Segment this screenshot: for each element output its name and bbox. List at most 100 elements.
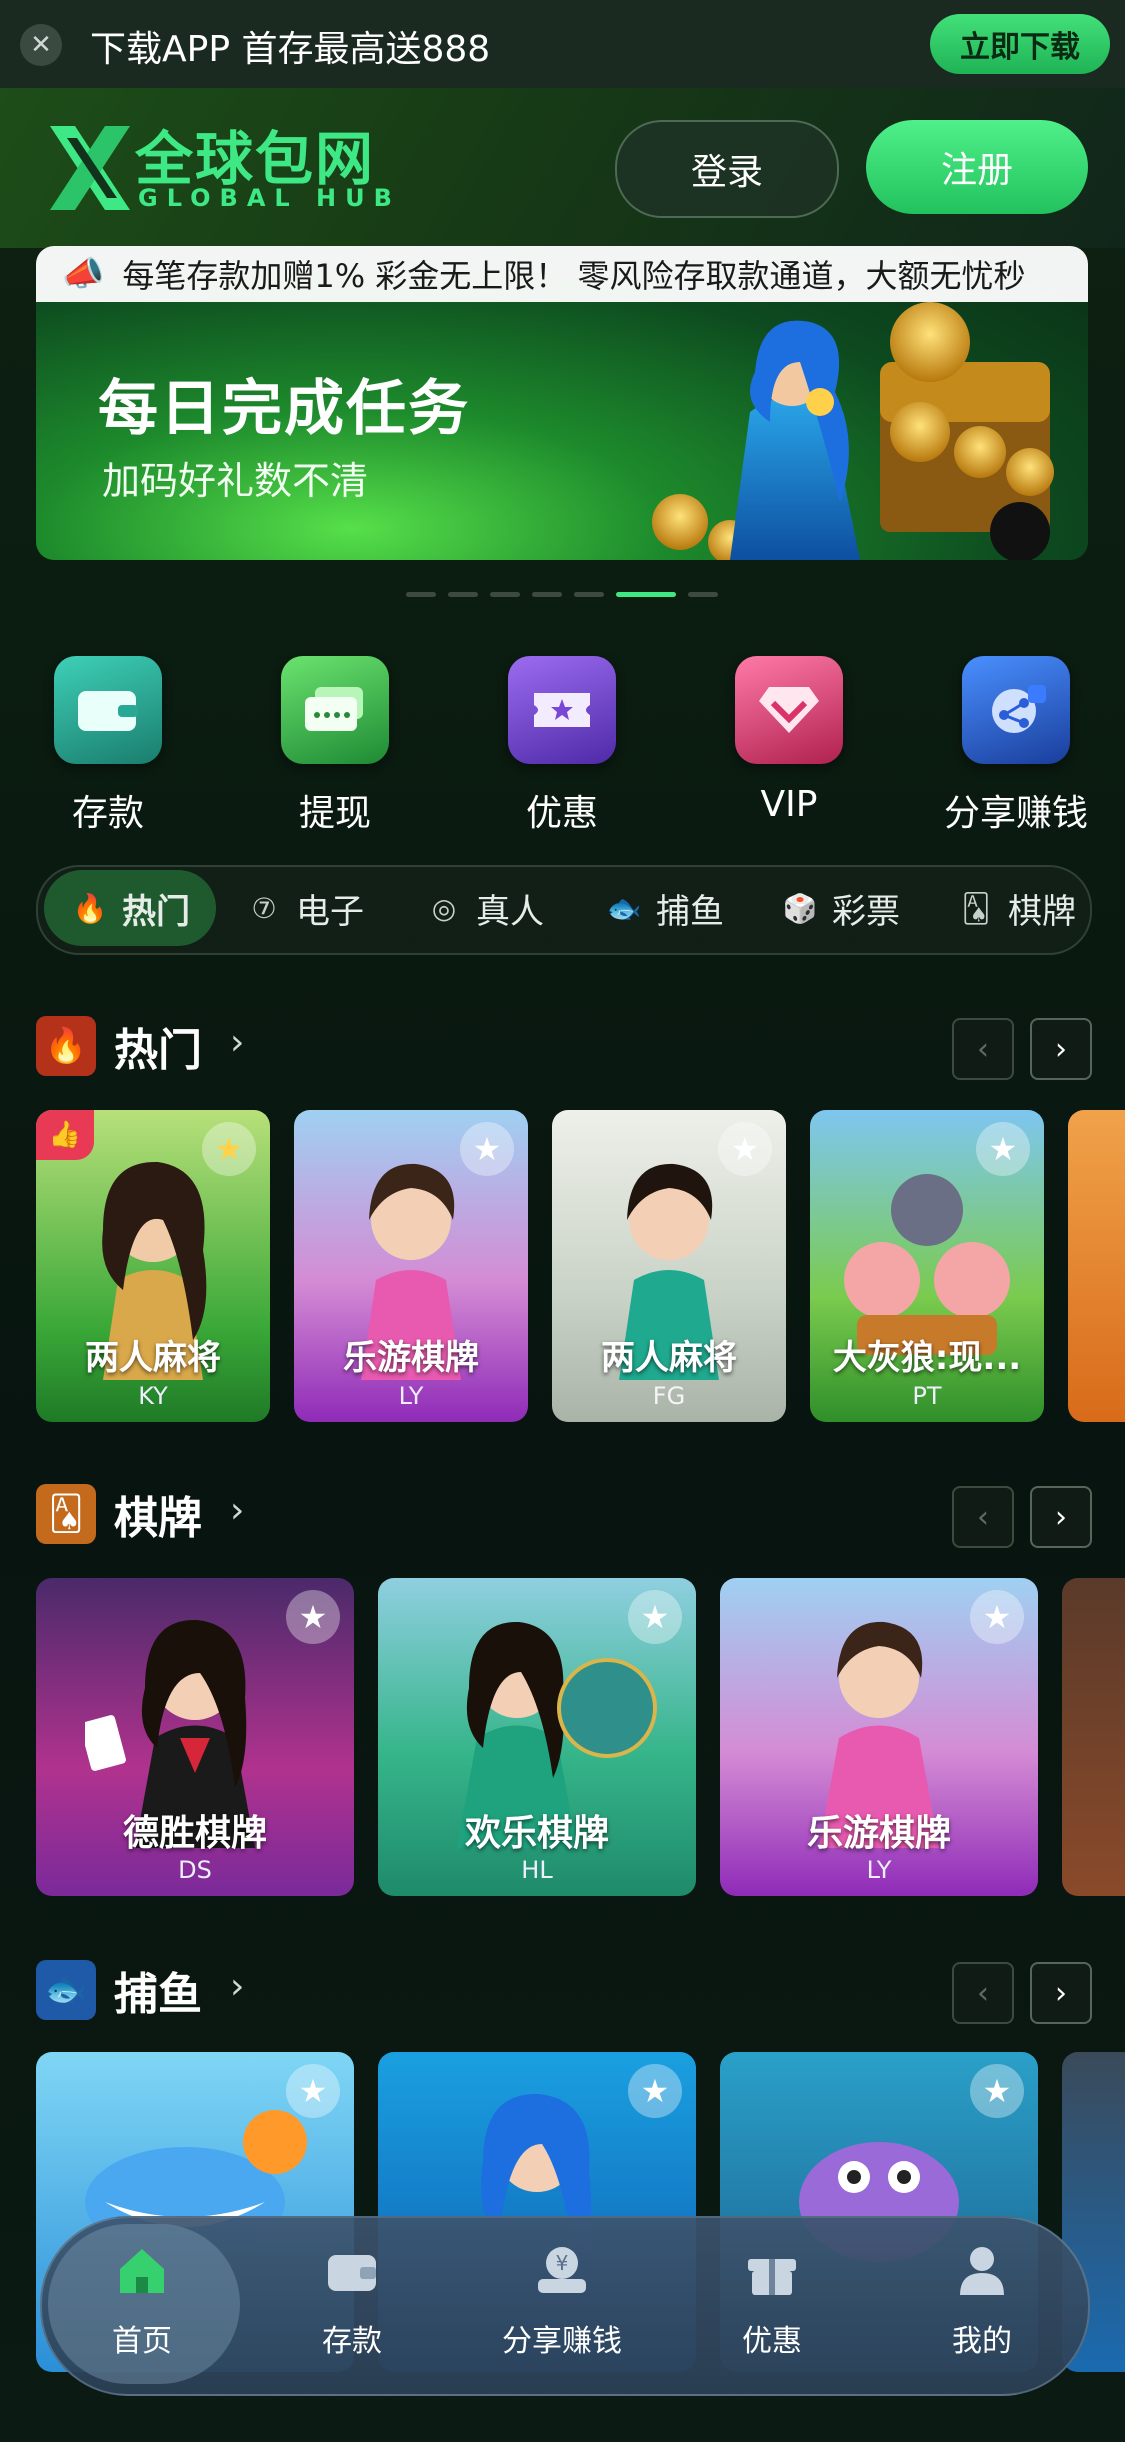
tab-label: 彩票 <box>832 891 900 932</box>
scroll-right-button[interactable]: › <box>1030 1486 1092 1548</box>
banner-title: 每日完成任务 <box>98 374 470 444</box>
gift-icon <box>744 2240 800 2302</box>
deposit-icon[interactable] <box>54 656 162 764</box>
home-icon <box>114 2240 170 2302</box>
close-icon[interactable]: ✕ <box>20 24 62 66</box>
scroll-right-button[interactable]: › <box>1030 1018 1092 1080</box>
login-button[interactable]: 登录 <box>615 120 839 218</box>
carousel-dot[interactable] <box>490 592 520 597</box>
like-badge-icon: 👍 <box>36 1110 94 1160</box>
share-earn-icon[interactable] <box>962 656 1070 764</box>
section-title-cards[interactable]: 棋牌 <box>114 1482 202 1546</box>
game-provider: LY <box>866 1856 892 1884</box>
tab-label: 棋牌 <box>1008 891 1076 932</box>
megaphone-icon: 📣 <box>62 254 105 294</box>
favorite-star-icon[interactable]: ★ <box>286 2064 340 2118</box>
game-name: 大灰狼:现... <box>832 1338 1022 1378</box>
promotion-ticket-icon[interactable] <box>508 656 616 764</box>
carousel-dot-active[interactable] <box>616 592 676 597</box>
game-name: 乐游棋牌 <box>343 1338 479 1378</box>
game-provider: FG <box>652 1382 686 1410</box>
chevron-right-icon[interactable]: › <box>230 1022 244 1063</box>
share-money-icon: ¥ <box>534 2240 590 2302</box>
scroll-right-button[interactable]: › <box>1030 1962 1092 2024</box>
tab-cards[interactable]: 🂡 棋牌 <box>956 870 1076 946</box>
game-provider: HL <box>521 1856 553 1884</box>
section-title-hot[interactable]: 热门 <box>114 1014 202 1078</box>
wallet-icon <box>324 2240 380 2302</box>
quick-link-label[interactable]: 存款 <box>8 784 208 836</box>
nav-home[interactable]: 首页 <box>52 2240 232 2360</box>
favorite-star-icon[interactable]: ★ <box>970 1590 1024 1644</box>
nav-label: 首页 <box>112 2324 172 2359</box>
playing-cards-icon: 🂡 <box>961 891 991 925</box>
tab-live[interactable]: ◎ 真人 <box>424 870 544 946</box>
tab-lottery[interactable]: 🎲 彩票 <box>780 870 900 946</box>
nav-share-earn[interactable]: ¥ 分享赚钱 <box>472 2240 652 2360</box>
game-card-partial[interactable] <box>1068 1110 1125 1422</box>
tab-slots[interactable]: ⑦ 电子 <box>244 870 364 946</box>
vip-diamond-icon[interactable] <box>735 656 843 764</box>
favorite-star-icon[interactable]: ★ <box>628 2064 682 2118</box>
game-card[interactable]: ★ 欢乐棋牌 HL <box>378 1578 696 1896</box>
dice-icon: 🎲 <box>782 891 818 925</box>
register-button[interactable]: 注册 <box>866 120 1088 214</box>
chevron-right-icon[interactable]: › <box>230 1966 244 2007</box>
game-name: 乐游棋牌 <box>806 1813 951 1854</box>
favorite-star-icon[interactable]: ★ <box>976 1122 1030 1176</box>
game-card[interactable]: ★ 乐游棋牌 LY <box>294 1110 528 1422</box>
banner-subtitle: 加码好礼数不清 <box>102 459 369 503</box>
user-icon <box>954 2240 1010 2302</box>
carousel-dot[interactable] <box>448 592 478 597</box>
tab-label: 热门 <box>122 891 190 932</box>
game-card-partial[interactable] <box>1062 1578 1125 1896</box>
carousel-dot[interactable] <box>406 592 436 597</box>
chevron-right-icon[interactable]: › <box>230 1490 244 1531</box>
svg-text:¥: ¥ <box>556 2251 569 2275</box>
announcement-marquee[interactable]: 📣 每笔存款加赠1% 彩金无上限！ 零风险存取款通道，大额无忧秒 <box>36 246 1088 302</box>
playing-cards-icon: 🂡 <box>36 1484 96 1544</box>
game-provider: LY <box>398 1382 424 1410</box>
favorite-star-icon[interactable]: ★ <box>202 1122 256 1176</box>
tab-fishing[interactable]: 🐟 捕鱼 <box>604 870 724 946</box>
quick-link-label[interactable]: 优惠 <box>462 784 662 836</box>
carousel-dot[interactable] <box>688 592 718 597</box>
scroll-left-button[interactable]: ‹ <box>952 1486 1014 1548</box>
carousel-dot[interactable] <box>574 592 604 597</box>
favorite-star-icon[interactable]: ★ <box>286 1590 340 1644</box>
logo-english-text: GLOBAL HUB <box>138 184 401 212</box>
game-card[interactable]: ★ 德胜棋牌 DS <box>36 1578 354 1896</box>
withdraw-icon[interactable] <box>281 656 389 764</box>
favorite-star-icon[interactable]: ★ <box>628 1590 682 1644</box>
game-name: 欢乐棋牌 <box>464 1813 609 1854</box>
favorite-star-icon[interactable]: ★ <box>460 1122 514 1176</box>
flame-icon: 🔥 <box>72 891 108 925</box>
game-card[interactable]: ★ 大灰狼:现... PT <box>810 1110 1044 1422</box>
scroll-left-button[interactable]: ‹ <box>952 1962 1014 2024</box>
nav-promotions[interactable]: 优惠 <box>682 2240 862 2360</box>
game-card[interactable]: ★ 乐游棋牌 LY <box>720 1578 1038 1896</box>
nav-profile[interactable]: 我的 <box>892 2240 1072 2360</box>
download-now-button[interactable]: 立即下载 <box>930 14 1110 74</box>
slot-machine-icon: ⑦ <box>251 891 277 925</box>
nav-label: 我的 <box>952 2324 1012 2359</box>
nav-label: 存款 <box>322 2324 382 2359</box>
section-title-fishing[interactable]: 捕鱼 <box>114 1958 202 2022</box>
quick-link-label[interactable]: 提现 <box>235 784 435 836</box>
scroll-left-button[interactable]: ‹ <box>952 1018 1014 1080</box>
quick-link-label[interactable]: VIP <box>689 784 889 825</box>
favorite-star-icon[interactable]: ★ <box>718 1122 772 1176</box>
download-promo-text: 下载APP 首存最高送888 <box>90 29 491 70</box>
tab-hot[interactable]: 🔥 热门 <box>44 870 216 946</box>
carousel-dot[interactable] <box>532 592 562 597</box>
game-card[interactable]: 👍 ★ 两人麻将 KY <box>36 1110 270 1422</box>
chip-icon: ◎ <box>431 891 457 925</box>
nav-label: 优惠 <box>742 2324 802 2359</box>
logo-x-icon <box>50 126 130 210</box>
quick-link-label[interactable]: 分享赚钱 <box>916 784 1116 836</box>
nav-deposit[interactable]: 存款 <box>262 2240 442 2360</box>
marquee-text: 每笔存款加赠1% 彩金无上限！ 零风险存取款通道，大额无忧秒 <box>122 257 1026 295</box>
game-name: 两人麻将 <box>601 1338 737 1378</box>
game-card[interactable]: ★ 两人麻将 FG <box>552 1110 786 1422</box>
favorite-star-icon[interactable]: ★ <box>970 2064 1024 2118</box>
